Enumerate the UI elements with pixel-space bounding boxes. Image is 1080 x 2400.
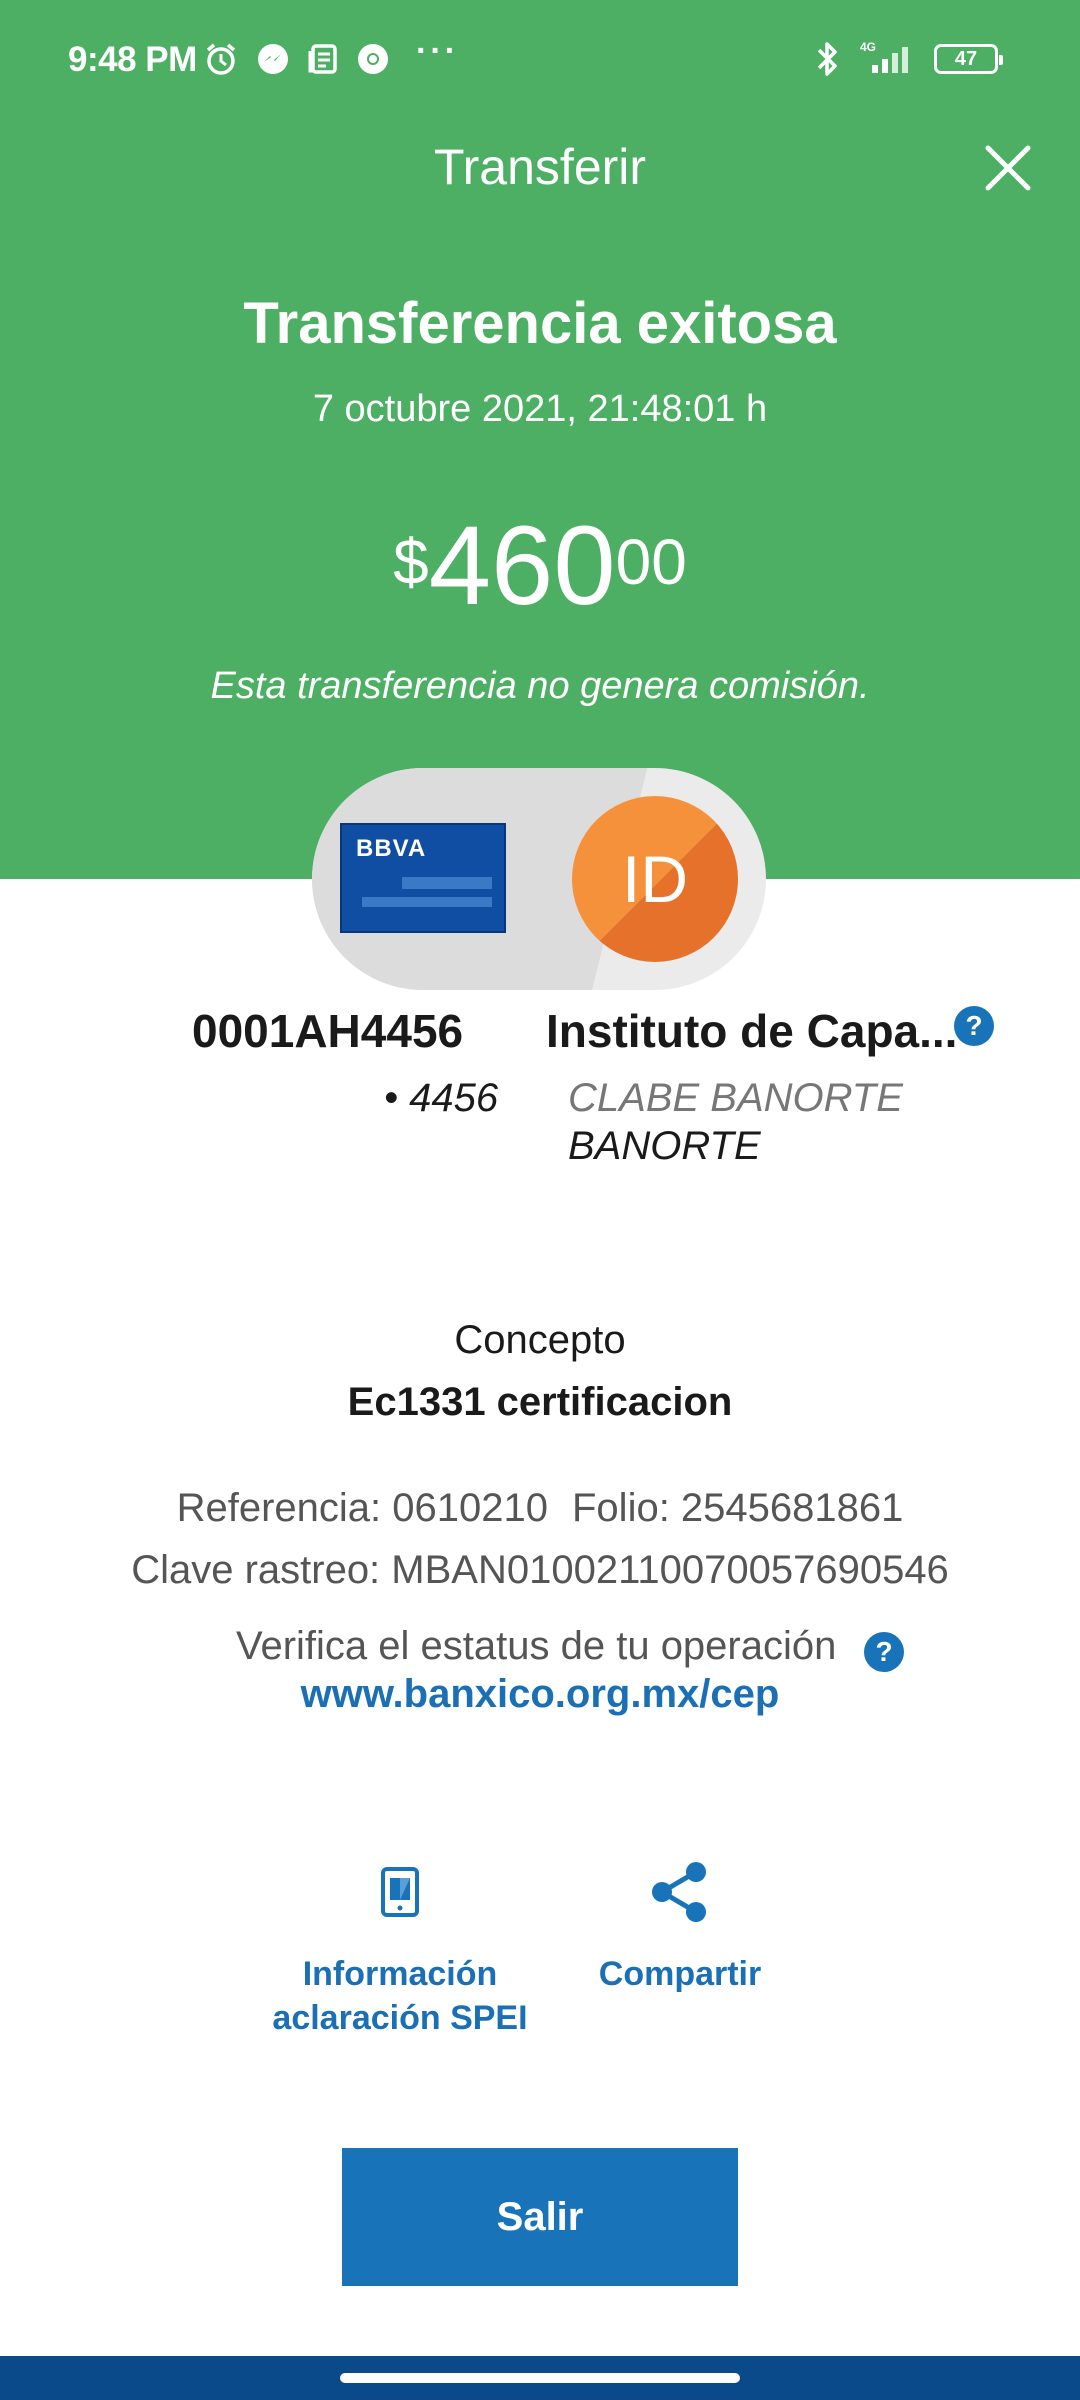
- home-gesture-handle[interactable]: [340, 2373, 740, 2383]
- bluetooth-icon: [808, 40, 846, 78]
- destination-help-icon[interactable]: ?: [954, 1006, 994, 1046]
- alarm-icon: [202, 40, 240, 78]
- spei-info-button[interactable]: Información aclaración SPEI: [250, 1854, 550, 2040]
- close-button[interactable]: [980, 140, 1036, 196]
- origin-account-name: 0001AH4456: [192, 1005, 464, 1057]
- signal-icon: 4G: [856, 40, 926, 78]
- chrome-icon: [354, 40, 392, 78]
- messenger-icon: [254, 40, 292, 78]
- transfer-amount: $46000: [0, 510, 1080, 622]
- phone-document-icon: [250, 1854, 550, 1930]
- folio: Folio: 2545681861: [572, 1486, 904, 1530]
- transfer-date: 7 octubre 2021, 21:48:01 h: [312, 388, 768, 430]
- verify-help-icon[interactable]: ?: [864, 1632, 904, 1672]
- commission-note: Esta transferencia no genera comisión.: [210, 665, 870, 707]
- banxico-cep-link[interactable]: www.banxico.org.mx/cep: [0, 1672, 1080, 1717]
- exit-button[interactable]: Salir: [342, 2148, 738, 2286]
- battery-icon: 47: [934, 44, 1003, 74]
- destination-avatar: ID: [572, 796, 738, 962]
- destination-name: Instituto de Capa...: [546, 1005, 958, 1057]
- origin-account-last4: • 4456: [384, 1076, 499, 1120]
- spei-info-label-1: Información: [302, 1955, 498, 1993]
- success-header-background: [0, 0, 1080, 879]
- verify-status-text: Verifica el estatus de tu operación: [236, 1624, 837, 1668]
- bbva-card-logo: BBVA: [340, 823, 506, 933]
- spei-info-label-2: aclaración SPEI: [272, 1999, 528, 2038]
- amount-integer: 460: [428, 503, 616, 628]
- share-label: Compartir: [598, 1955, 762, 1993]
- amount-decimals: 00: [615, 526, 687, 598]
- page-title: Transferir: [433, 139, 647, 195]
- reference: Referencia: 0610210: [176, 1486, 548, 1530]
- destination-bank: BANORTE: [568, 1124, 761, 1168]
- more-notifications-icon: ···: [416, 32, 459, 70]
- amount-currency: $: [393, 526, 429, 598]
- success-title: Transferencia exitosa: [243, 291, 837, 356]
- close-icon: [985, 145, 1031, 191]
- reference-folio-line: Referencia: 0610210 Folio: 2545681861: [0, 1486, 1080, 1531]
- svg-text:4G: 4G: [860, 40, 876, 54]
- news-icon: [304, 40, 342, 78]
- share-button[interactable]: Compartir: [570, 1854, 790, 1996]
- tracking-key: Clave rastreo: MBAN01002110070057690546: [131, 1548, 949, 1592]
- destination-account-type: CLABE BANORTE: [568, 1076, 903, 1120]
- concept-value: Ec1331 certificacion: [347, 1380, 733, 1424]
- status-time: 9:48 PM: [68, 40, 197, 79]
- concept-label: Concepto: [454, 1318, 626, 1362]
- share-icon: [570, 1854, 790, 1930]
